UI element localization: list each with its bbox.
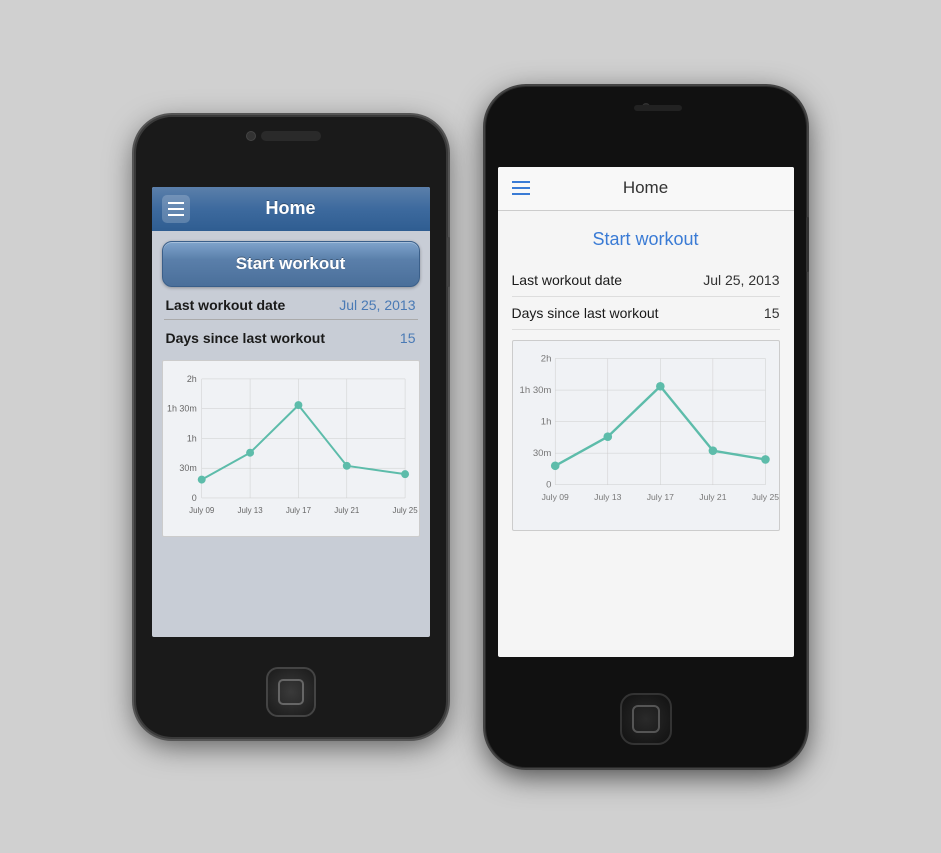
phone1-home-button[interactable] <box>266 667 316 717</box>
app2-container: Home Start workout Last workout date Jul… <box>498 167 794 657</box>
phone2-home-button[interactable] <box>620 693 672 745</box>
nav-title1: Home <box>265 198 315 219</box>
last-workout-row1: Last workout date Jul 25, 2013 <box>162 287 420 319</box>
nav-bar1: Home <box>152 187 430 231</box>
app1-container: Home Start workout Last workout date Jul… <box>152 187 430 637</box>
app1-content: Start workout Last workout date Jul 25, … <box>152 231 430 637</box>
svg-text:2h: 2h <box>186 373 196 383</box>
svg-text:July 17: July 17 <box>646 491 673 501</box>
nav-bar2: Home <box>498 167 794 211</box>
svg-text:July 21: July 21 <box>334 505 360 514</box>
svg-text:30m: 30m <box>179 463 196 473</box>
svg-text:1h 30m: 1h 30m <box>519 384 551 395</box>
svg-text:July 25: July 25 <box>751 491 778 501</box>
svg-text:2h: 2h <box>540 353 551 364</box>
svg-text:0: 0 <box>546 479 551 490</box>
start-workout-button1[interactable]: Start workout <box>162 241 420 287</box>
days-value2: 15 <box>764 305 780 321</box>
chart1: 2h 1h 30m 1h 30m 0 July 09 July 13 July … <box>167 369 415 528</box>
hamburger-menu-button[interactable] <box>162 195 190 223</box>
svg-text:July 09: July 09 <box>541 491 568 501</box>
last-workout-value2: Jul 25, 2013 <box>703 272 779 288</box>
chart2: 2h 1h 30m 1h 30m 0 July 09 July 13 July … <box>517 349 775 521</box>
menu-line1 <box>168 202 184 204</box>
menu2-line3 <box>512 193 530 195</box>
chart1-container: 2h 1h 30m 1h 30m 0 July 09 July 13 July … <box>162 360 420 538</box>
svg-text:July 09: July 09 <box>189 505 215 514</box>
phone2-screen: Home Start workout Last workout date Jul… <box>498 167 794 657</box>
svg-text:1h 30m: 1h 30m <box>167 403 197 413</box>
menu-line3 <box>168 214 184 216</box>
nav-title2: Home <box>623 178 668 198</box>
phone2-device: Home Start workout Last workout date Jul… <box>486 87 806 767</box>
svg-text:0: 0 <box>191 492 196 502</box>
last-workout-label1: Last workout date <box>166 297 286 313</box>
last-workout-value1: Jul 25, 2013 <box>339 297 415 313</box>
phone1-device: Home Start workout Last workout date Jul… <box>136 117 446 737</box>
days-since-row2: Days since last workout 15 <box>512 297 780 330</box>
svg-text:1h: 1h <box>186 433 196 443</box>
days-value1: 15 <box>400 330 416 346</box>
phone1-screen: Home Start workout Last workout date Jul… <box>152 187 430 637</box>
svg-text:July 17: July 17 <box>285 505 310 514</box>
hamburger-menu-button2[interactable] <box>508 177 534 199</box>
svg-text:1h: 1h <box>540 416 551 427</box>
svg-text:July 21: July 21 <box>699 491 726 501</box>
days-since-row1: Days since last workout 15 <box>162 320 420 352</box>
phone2-side-button <box>806 217 809 272</box>
menu-line2 <box>168 208 184 210</box>
menu2-line2 <box>512 187 530 189</box>
menu2-line1 <box>512 181 530 183</box>
phone2-speaker <box>634 105 682 111</box>
phone1-camera <box>246 131 256 141</box>
svg-text:July 25: July 25 <box>392 505 418 514</box>
app2-content: Start workout Last workout date Jul 25, … <box>498 211 794 657</box>
svg-text:30m: 30m <box>532 448 551 459</box>
start-workout-button2[interactable]: Start workout <box>512 221 780 264</box>
days-label1: Days since last workout <box>166 330 326 346</box>
last-workout-row2: Last workout date Jul 25, 2013 <box>512 264 780 297</box>
svg-text:July 13: July 13 <box>594 491 621 501</box>
chart2-container: 2h 1h 30m 1h 30m 0 July 09 July 13 July … <box>512 340 780 531</box>
phone1-side-button <box>447 237 450 287</box>
last-workout-label2: Last workout date <box>512 272 623 288</box>
days-label2: Days since last workout <box>512 305 659 321</box>
svg-text:July 13: July 13 <box>237 505 263 514</box>
